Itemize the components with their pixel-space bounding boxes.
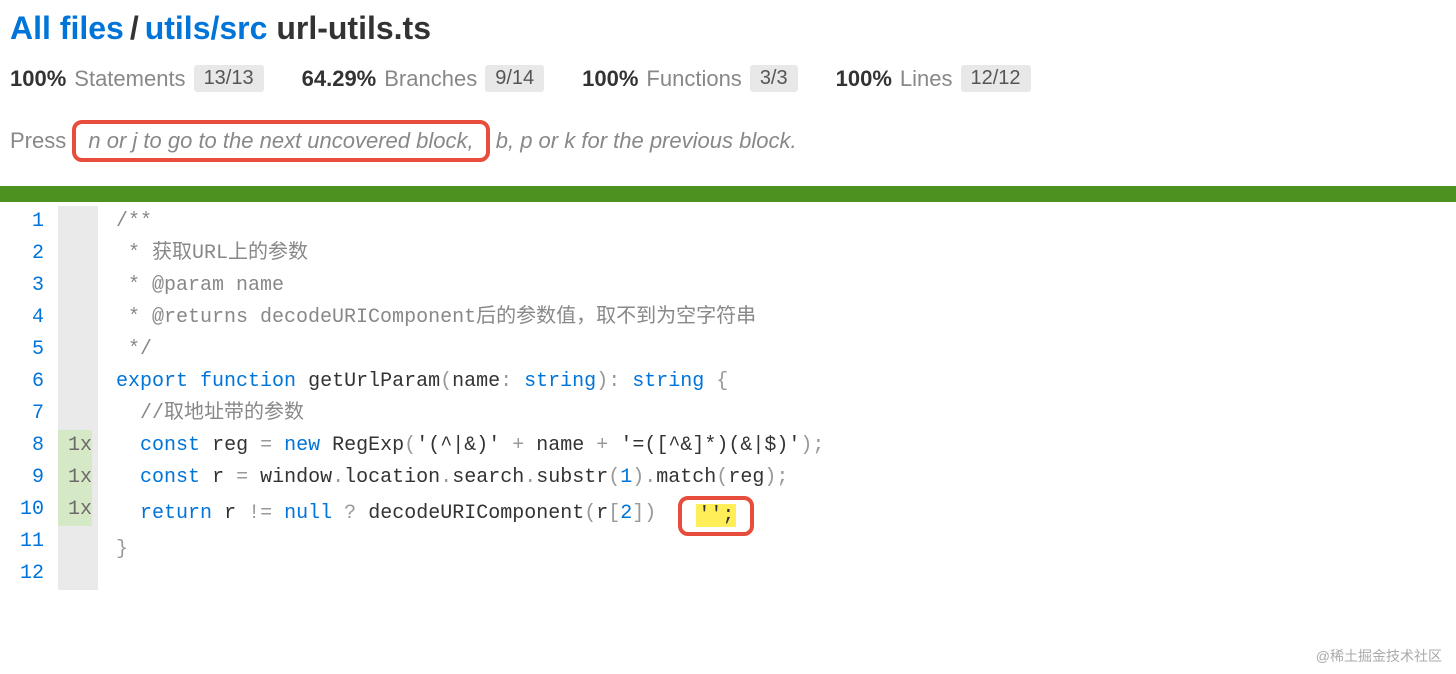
line-number[interactable]: 3 — [20, 270, 44, 302]
exec-count — [58, 526, 92, 558]
stat-pct: 100% — [582, 66, 638, 92]
line-number[interactable]: 11 — [20, 526, 44, 558]
exec-count — [58, 302, 92, 334]
exec-count — [58, 558, 92, 590]
line-number[interactable]: 2 — [20, 238, 44, 270]
breadcrumb-sep: / — [130, 10, 139, 46]
line-number[interactable]: 8 — [20, 430, 44, 462]
line-number[interactable]: 5 — [20, 334, 44, 366]
stat-lines: 100% Lines 12/12 — [836, 65, 1031, 92]
stat-pct: 100% — [836, 66, 892, 92]
help-text: Press n or j to go to the next uncovered… — [10, 120, 1446, 162]
line-number[interactable]: 6 — [20, 366, 44, 398]
stat-label: Statements — [74, 66, 185, 92]
help-prefix: Press — [10, 128, 66, 154]
exec-count — [58, 206, 92, 238]
exec-count — [58, 334, 92, 366]
stat-label: Functions — [646, 66, 741, 92]
stat-label: Lines — [900, 66, 953, 92]
breadcrumb-path-link[interactable]: utils/src — [145, 10, 268, 46]
line-number[interactable]: 7 — [20, 398, 44, 430]
stat-pct: 64.29% — [302, 66, 377, 92]
uncovered-highlight-box: ''; — [678, 496, 754, 536]
line-number[interactable]: 1 — [20, 206, 44, 238]
line-number[interactable]: 12 — [20, 558, 44, 590]
exec-count — [58, 366, 92, 398]
exec-count — [58, 270, 92, 302]
exec-count: 1x — [58, 494, 92, 526]
breadcrumb-root-link[interactable]: All files — [10, 10, 124, 46]
line-number[interactable]: 10 — [20, 494, 44, 526]
stat-branches: 64.29% Branches 9/14 — [302, 65, 545, 92]
code-content[interactable]: /** * 获取URL上的参数 * @param name * @returns… — [98, 206, 824, 590]
stat-pct: 100% — [10, 66, 66, 92]
exec-count: 1x — [58, 462, 92, 494]
help-suffix: b, p or k for the previous block. — [496, 128, 797, 154]
line-number[interactable]: 9 — [20, 462, 44, 494]
exec-count: 1x — [58, 430, 92, 462]
stat-label: Branches — [384, 66, 477, 92]
line-numbers: 123456789101112 — [0, 206, 58, 590]
help-highlight-box: n or j to go to the next uncovered block… — [72, 120, 489, 162]
stat-functions: 100% Functions 3/3 — [582, 65, 797, 92]
uncovered-branch: ''; — [696, 504, 736, 527]
stat-frac: 12/12 — [961, 65, 1031, 92]
breadcrumb-current: url-utils.ts — [276, 10, 431, 46]
coverage-bar — [0, 186, 1456, 202]
line-number[interactable]: 4 — [20, 302, 44, 334]
watermark: @稀土掘金技术社区 — [1316, 646, 1442, 666]
stat-frac: 9/14 — [485, 65, 544, 92]
breadcrumb: All files/utils/src url-utils.ts — [10, 10, 1446, 47]
exec-count — [58, 238, 92, 270]
exec-counts: 1x1x1x — [58, 206, 98, 590]
code-area: 123456789101112 1x1x1x /** * 获取URL上的参数 *… — [0, 202, 1456, 590]
coverage-stats: 100% Statements 13/13 64.29% Branches 9/… — [10, 65, 1446, 92]
stat-frac: 13/13 — [194, 65, 264, 92]
exec-count — [58, 398, 92, 430]
stat-statements: 100% Statements 13/13 — [10, 65, 264, 92]
stat-frac: 3/3 — [750, 65, 798, 92]
